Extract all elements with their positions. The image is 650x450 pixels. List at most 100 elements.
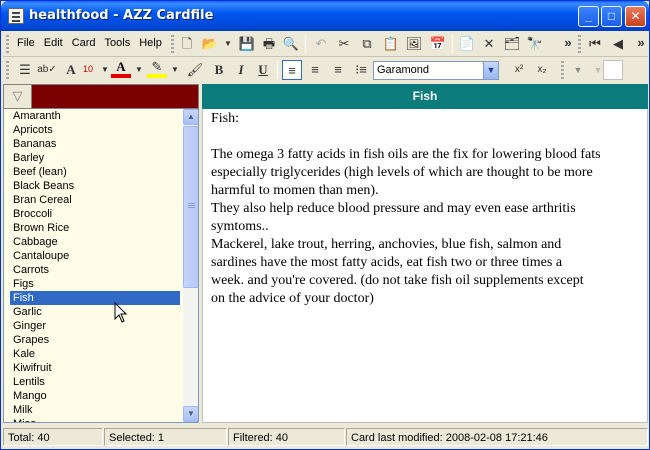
list-item[interactable]: Ginger xyxy=(10,319,180,333)
toolbar-grip[interactable] xyxy=(561,61,564,79)
font-name-select[interactable]: Garamond ▼ xyxy=(373,61,499,80)
previous-card-icon[interactable]: ◀ xyxy=(608,34,628,54)
toolbar-grip[interactable] xyxy=(6,61,9,79)
mouse-cursor-icon xyxy=(114,302,128,323)
app-window: healthfood - AZZ Cardfile _ □ ✕ File Edi… xyxy=(0,0,650,450)
card-text-line: The omega 3 fatty acids in fish oils are… xyxy=(211,147,601,162)
list-item[interactable]: Grapes xyxy=(10,333,180,347)
chevron-down-icon[interactable]: ▼ xyxy=(483,62,498,79)
copy-icon[interactable]: ⧉ xyxy=(357,34,377,54)
title-bar[interactable]: healthfood - AZZ Cardfile _ □ ✕ xyxy=(1,1,649,31)
new-card-icon[interactable]: 📄 xyxy=(457,34,477,54)
toolbar-overflow-icon[interactable]: » xyxy=(558,33,578,53)
toolbar-grip[interactable] xyxy=(6,35,9,53)
minimize-button[interactable]: _ xyxy=(578,6,599,27)
menu-help[interactable]: Help xyxy=(139,37,162,49)
cut-icon[interactable]: ✂ xyxy=(334,34,354,54)
card-properties-icon[interactable]: 🗂 xyxy=(502,34,522,54)
highlight-dropdown-icon[interactable]: ▼ xyxy=(165,60,185,80)
list-item[interactable]: Lentils xyxy=(10,375,180,389)
bold-button[interactable]: B xyxy=(209,60,229,80)
bullet-list-icon[interactable]: ⁝≡ xyxy=(351,60,371,80)
menu-tools[interactable]: Tools xyxy=(105,37,131,49)
menu-file[interactable]: File xyxy=(17,37,35,49)
card-text-line: on the advice of your doctor) xyxy=(211,291,374,306)
highlight-icon[interactable]: ✎ xyxy=(147,59,167,78)
list-item[interactable]: Mango xyxy=(10,389,180,403)
toolbar-overflow-icon[interactable]: » xyxy=(631,33,650,53)
status-modified: Card last modified: 2008-02-08 17:21:46 xyxy=(346,428,648,446)
new-icon[interactable]: 🗋 xyxy=(177,34,197,54)
undo-icon[interactable]: ↶ xyxy=(311,34,331,54)
font-color-dropdown-icon[interactable]: ▼ xyxy=(129,60,149,80)
list-item[interactable]: Miso xyxy=(10,417,180,422)
list-item[interactable]: Milk xyxy=(10,403,180,417)
scroll-thumb[interactable] xyxy=(183,126,198,288)
print-preview-icon[interactable]: 🔍 xyxy=(281,34,301,54)
open-dropdown-icon[interactable]: ▼ xyxy=(218,34,238,54)
italic-button[interactable]: I xyxy=(231,60,251,80)
list-item[interactable]: Kale xyxy=(10,347,180,361)
save-icon[interactable]: 💾 xyxy=(237,34,257,54)
toolbar-grip[interactable] xyxy=(171,35,174,53)
spellcheck-icon[interactable]: ab✓ xyxy=(37,60,57,80)
color-swatch[interactable] xyxy=(603,60,623,80)
list-item[interactable]: Barley xyxy=(10,151,180,165)
find-icon[interactable]: 🔭 xyxy=(525,34,545,54)
scroll-down-arrow[interactable]: ▼ xyxy=(183,406,198,422)
insert-picture-icon[interactable]: 🖼 xyxy=(404,34,424,54)
subscript-button[interactable]: x₂ xyxy=(532,60,552,80)
card-text-line: Fish: xyxy=(211,111,240,126)
list-item[interactable]: Carrots xyxy=(10,263,180,277)
list-item[interactable]: Figs xyxy=(10,277,180,291)
paragraph-icon[interactable]: ☰ xyxy=(15,60,35,80)
card-list[interactable]: Amaranth Apricots Bananas Barley Beef (lean)… xyxy=(3,109,199,423)
status-filtered: Filtered: 40 xyxy=(228,428,345,446)
list-item[interactable]: Kiwifruit xyxy=(10,361,180,375)
open-icon[interactable]: 📂 xyxy=(200,34,220,54)
font-color-icon[interactable]: A xyxy=(111,59,131,78)
card-content[interactable]: Fish: The omega 3 fatty acids in fish oil… xyxy=(202,109,648,423)
list-item[interactable]: Beef (lean) xyxy=(10,165,180,179)
app-icon xyxy=(8,8,24,24)
list-item[interactable]: Cabbage xyxy=(10,235,180,249)
card-text-line xyxy=(211,128,647,146)
font-size-value[interactable]: 10 xyxy=(83,64,93,74)
close-button[interactable]: ✕ xyxy=(625,6,646,27)
font-name-value: Garamond xyxy=(377,64,429,76)
font-size-icon[interactable]: A xyxy=(61,60,81,80)
underline-button[interactable]: U xyxy=(253,60,273,80)
list-item[interactable]: Bananas xyxy=(10,137,180,151)
align-right-icon[interactable]: ≡ xyxy=(328,60,348,80)
filter-icon[interactable]: ▽ xyxy=(4,85,32,108)
first-card-icon[interactable]: ⏮ xyxy=(585,34,605,54)
align-left-icon[interactable]: ≡ xyxy=(282,60,302,80)
format-painter-icon[interactable]: 🖌 xyxy=(185,60,205,80)
delete-card-icon[interactable]: ✕ xyxy=(479,34,499,54)
list-item[interactable]: Brown Rice xyxy=(10,221,180,235)
list-item[interactable]: Cantaloupe xyxy=(10,249,180,263)
list-item[interactable]: Black Beans xyxy=(10,179,180,193)
status-total: Total: 40 xyxy=(3,428,103,446)
superscript-button[interactable]: x² xyxy=(509,60,529,80)
insert-date-icon[interactable]: 📅 xyxy=(428,34,448,54)
toolbar-grip[interactable] xyxy=(578,35,581,53)
filter-bar[interactable]: ▽ xyxy=(3,84,199,109)
list-item[interactable]: Amaranth xyxy=(10,109,180,123)
menu-card[interactable]: Card xyxy=(72,37,96,49)
list-item[interactable]: Fish xyxy=(10,291,180,305)
maximize-button[interactable]: □ xyxy=(601,6,622,27)
list-item[interactable]: Apricots xyxy=(10,123,180,137)
print-icon[interactable]: 🖶 xyxy=(259,34,279,54)
paste-icon[interactable]: 📋 xyxy=(381,34,401,54)
scroll-up-arrow[interactable]: ▲ xyxy=(183,109,198,125)
status-selected: Selected: 1 xyxy=(104,428,227,446)
list-scrollbar[interactable]: ▲ ▼ xyxy=(183,109,198,422)
align-center-icon[interactable]: ≡ xyxy=(305,60,325,80)
list-item[interactable]: Broccoli xyxy=(10,207,180,221)
format-toolbar: ☰ ab✓ A 10 ▼ A ▼ ✎ ▼ 🖌 B I U ≡ ≡ ≡ ⁝≡ Ga… xyxy=(3,58,648,83)
list-item[interactable]: Garlic xyxy=(10,305,180,319)
list-item[interactable]: Bran Cereal xyxy=(10,193,180,207)
menu-edit[interactable]: Edit xyxy=(44,37,63,49)
style-dropdown-icon[interactable]: ▼ xyxy=(568,60,588,80)
